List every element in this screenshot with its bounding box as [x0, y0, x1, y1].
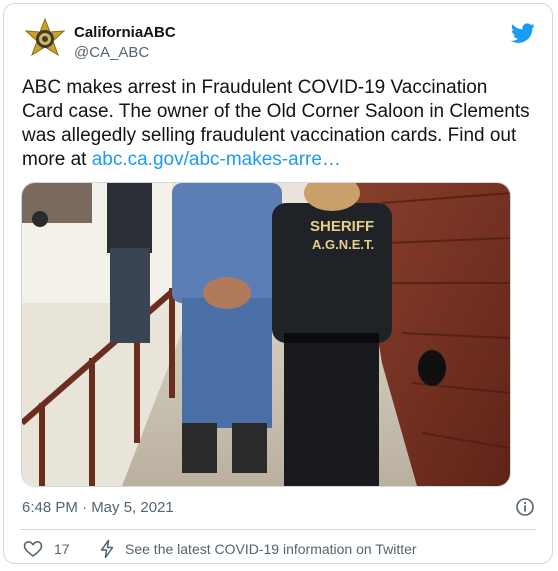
tweet-card[interactable]: CaliforniaABC @CA_ABC ABC makes arrest i… — [3, 3, 553, 564]
lightning-bolt-icon[interactable] — [97, 539, 117, 559]
covid-info-link[interactable]: See the latest COVID-19 information on T… — [125, 541, 417, 557]
tweet-text: ABC makes arrest in Fraudulent COVID-19 … — [22, 76, 532, 172]
heart-outline-icon[interactable] — [23, 539, 43, 559]
tweet-media-image[interactable]: SHERIFF A.G.N.E.T. — [21, 182, 511, 487]
author-handle[interactable]: @CA_ABC — [74, 44, 149, 61]
arrest-photo: SHERIFF A.G.N.E.T. — [22, 183, 510, 486]
vest-text-agnet: A.G.N.E.T. — [312, 237, 374, 252]
divider — [20, 529, 536, 530]
sheriff-star-badge-icon[interactable] — [22, 17, 68, 63]
like-count[interactable]: 17 — [54, 541, 70, 557]
author-display-name[interactable]: CaliforniaABC — [74, 24, 176, 41]
tweet-timestamp[interactable]: 6:48 PM · May 5, 2021 — [22, 499, 174, 516]
twitter-bird-icon[interactable] — [511, 21, 535, 45]
info-circle-icon[interactable] — [515, 497, 535, 517]
tweet-link[interactable]: abc.ca.gov/abc-makes-arre… — [92, 149, 341, 170]
vest-text-sheriff: SHERIFF — [310, 218, 374, 235]
